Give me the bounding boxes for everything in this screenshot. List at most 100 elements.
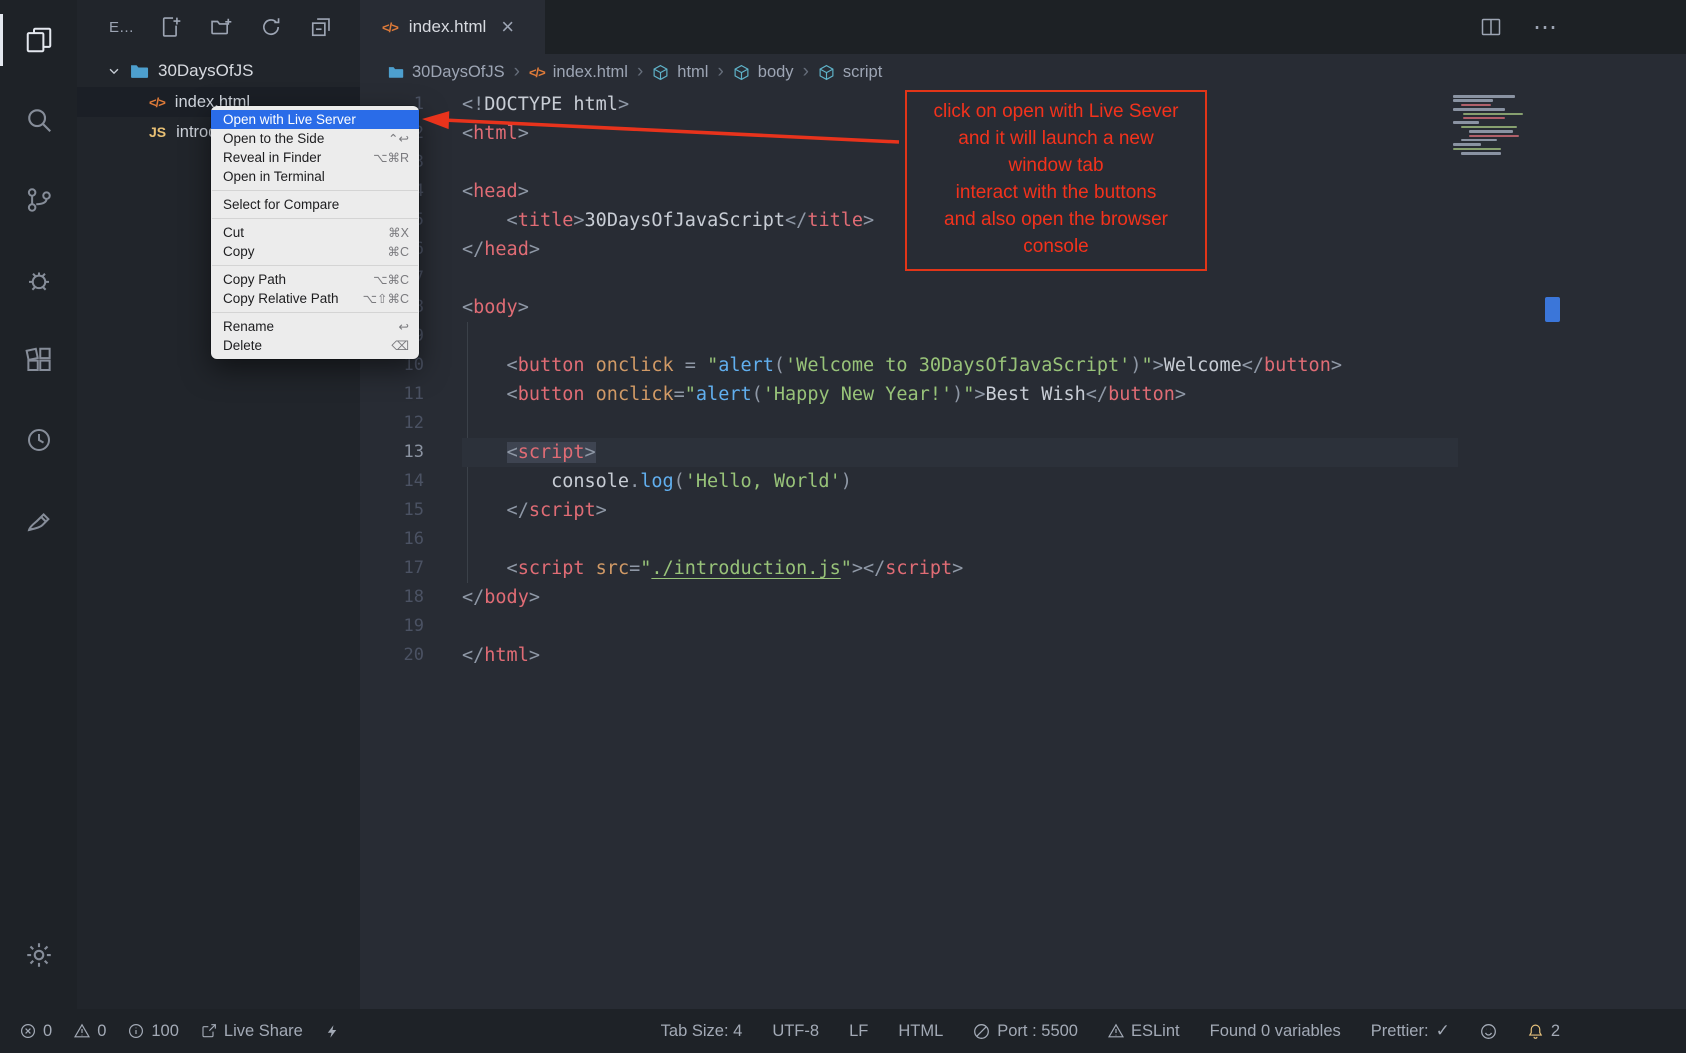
line-number[interactable]: 15 (360, 496, 424, 525)
minimap-line (1469, 135, 1519, 138)
code-line-text: <button onclick = "alert('Welcome to 30D… (462, 351, 1458, 380)
menu-item-copy-path[interactable]: Copy Path⌥⌘C (211, 270, 419, 289)
code-line[interactable]: 13 <script> (360, 438, 1686, 467)
code-line[interactable]: 17 <script src="./introduction.js"></scr… (360, 554, 1686, 583)
code-line[interactable]: 20</html> (360, 641, 1686, 670)
warnings-status[interactable]: 0 (74, 1022, 106, 1041)
language-label: HTML (898, 1022, 943, 1041)
new-file-icon[interactable] (160, 16, 182, 38)
errors-status[interactable]: 0 (20, 1022, 52, 1041)
tree-root-30daysofjs[interactable]: 30DaysOfJS (77, 54, 360, 87)
menu-item-label: Open in Terminal (223, 169, 409, 184)
breadcrumb-label: body (758, 63, 794, 82)
clock-icon[interactable] (0, 400, 77, 480)
feedback-status[interactable] (1480, 1023, 1497, 1040)
code-line[interactable]: 9 (360, 322, 1686, 351)
code-line[interactable]: 15 </script> (360, 496, 1686, 525)
live-share-label: Live Share (224, 1022, 303, 1041)
line-number[interactable]: 13 (360, 438, 424, 467)
line-number[interactable]: 11 (360, 380, 424, 409)
breadcrumb-file[interactable]: </> index.html (529, 63, 628, 82)
line-number[interactable]: 12 (360, 409, 424, 438)
port-status[interactable]: Port : 5500 (973, 1022, 1078, 1041)
code-token: " (640, 558, 651, 579)
code-line[interactable]: 18</body> (360, 583, 1686, 612)
editor-actions: ⋯ (1479, 0, 1686, 54)
line-number[interactable]: 17 (360, 554, 424, 583)
eslint-status[interactable]: ESLint (1108, 1022, 1180, 1041)
code-token: ( (774, 355, 785, 376)
line-number[interactable]: 14 (360, 467, 424, 496)
menu-item-copy[interactable]: Copy⌘C (211, 242, 419, 261)
more-actions-icon[interactable]: ⋯ (1533, 13, 1558, 42)
tab-size-status[interactable]: Tab Size: 4 (661, 1022, 743, 1041)
breadcrumb-symbol-html[interactable]: html (652, 63, 708, 82)
html-file-icon: </> (149, 95, 165, 110)
info-status[interactable]: 100 (128, 1022, 179, 1041)
code-token: script (529, 500, 596, 521)
menu-item-open-in-terminal[interactable]: Open in Terminal (211, 167, 419, 186)
code-token: title (518, 210, 574, 231)
source-control-icon[interactable] (0, 160, 77, 240)
menu-item-shortcut: ⌥⌘R (373, 150, 409, 165)
menu-item-copy-relative-path[interactable]: Copy Relative Path⌥⇧⌘C (211, 289, 419, 308)
menu-item-open-to-the-side[interactable]: Open to the Side⌃↩ (211, 129, 419, 148)
code-line[interactable]: 16 (360, 525, 1686, 554)
menu-item-reveal-in-finder[interactable]: Reveal in Finder⌥⌘R (211, 148, 419, 167)
menu-item-label: Delete (223, 338, 391, 353)
breadcrumb-symbol-script[interactable]: script (818, 63, 882, 82)
menu-item-select-for-compare[interactable]: Select for Compare (211, 195, 419, 214)
language-mode-status[interactable]: HTML (898, 1022, 943, 1041)
close-tab-icon[interactable]: × (501, 16, 514, 38)
code-line[interactable]: 11 <button onclick="alert('Happy New Yea… (360, 380, 1686, 409)
code-line[interactable]: 12 (360, 409, 1686, 438)
refresh-icon[interactable] (260, 16, 282, 38)
code-line[interactable]: 8<body> (360, 293, 1686, 322)
code-token: src (596, 558, 629, 579)
encoding-status[interactable]: UTF-8 (772, 1022, 819, 1041)
menu-separator (212, 218, 418, 219)
eol-status[interactable]: LF (849, 1022, 868, 1041)
code-line[interactable]: 14 console.log('Hello, World') (360, 467, 1686, 496)
search-icon[interactable] (0, 80, 77, 160)
breadcrumb-folder[interactable]: 30DaysOfJS (388, 63, 505, 82)
breadcrumb-symbol-body[interactable]: body (733, 63, 794, 82)
line-number[interactable]: 20 (360, 641, 424, 670)
encoding-label: UTF-8 (772, 1022, 819, 1041)
bolt-status[interactable] (325, 1023, 340, 1040)
code-token: Best Wish (986, 384, 1086, 405)
code-token: body (473, 297, 518, 318)
line-number[interactable]: 18 (360, 583, 424, 612)
notifications-status[interactable]: 2 (1527, 1022, 1560, 1041)
minimap[interactable] (1453, 95, 1545, 156)
new-folder-icon[interactable] (210, 16, 232, 38)
code-line[interactable]: 19 (360, 612, 1686, 641)
tab-index-html[interactable]: </> index.html × (360, 0, 545, 54)
menu-item-cut[interactable]: Cut⌘X (211, 223, 419, 242)
split-editor-icon[interactable] (1479, 15, 1503, 39)
collapse-all-icon[interactable] (310, 16, 332, 38)
code-token: onclick (596, 355, 674, 376)
code-token: " (963, 384, 974, 405)
menu-item-label: Rename (223, 319, 399, 334)
live-share-status[interactable]: Live Share (201, 1022, 303, 1041)
menu-item-shortcut: ⌫ (391, 338, 409, 353)
debug-icon[interactable] (0, 240, 77, 320)
line-number[interactable]: 16 (360, 525, 424, 554)
chevron-down-icon[interactable] (107, 64, 121, 78)
menu-item-rename[interactable]: Rename↩ (211, 317, 419, 336)
prettier-status[interactable]: Prettier: ✓ (1371, 1021, 1450, 1041)
extensions-icon[interactable] (0, 320, 77, 400)
settings-gear-icon[interactable] (0, 915, 77, 995)
pen-icon[interactable] (0, 480, 77, 560)
menu-item-delete[interactable]: Delete⌫ (211, 336, 419, 355)
variables-status[interactable]: Found 0 variables (1210, 1022, 1341, 1041)
menu-item-open-with-live-server[interactable]: Open with Live Server (211, 110, 419, 129)
line-number[interactable]: 19 (360, 612, 424, 641)
breadcrumb-separator-icon: › (514, 61, 520, 83)
menu-item-shortcut: ⌃↩ (388, 131, 409, 146)
explorer-icon[interactable] (0, 0, 77, 80)
js-file-icon: JS (149, 124, 166, 140)
code-line-text (462, 612, 1458, 641)
code-line[interactable]: 10 <button onclick = "alert('Welcome to … (360, 351, 1686, 380)
